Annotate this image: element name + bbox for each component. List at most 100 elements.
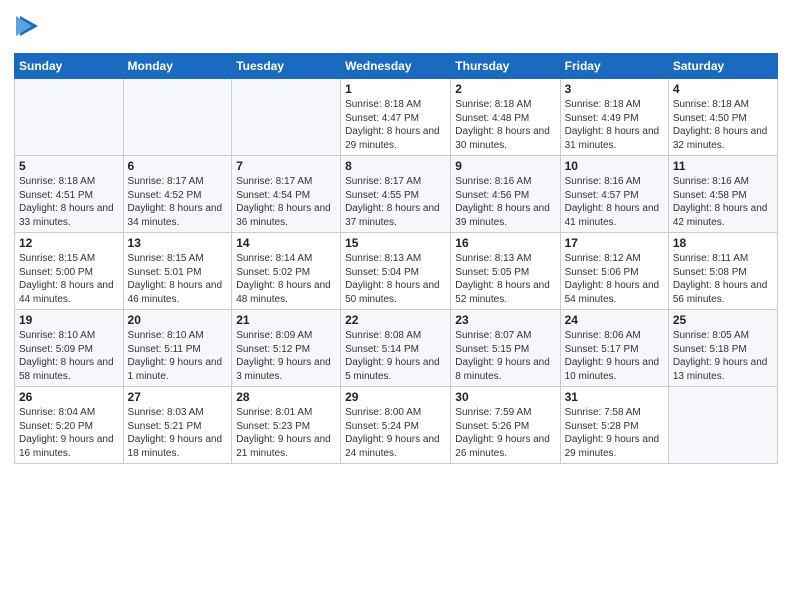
calendar-header-monday: Monday — [123, 54, 232, 79]
day-number: 3 — [565, 82, 664, 96]
calendar-cell: 25 Sunrise: 8:05 AM Sunset: 5:18 PM Dayli… — [668, 310, 777, 387]
day-number: 7 — [236, 159, 336, 173]
calendar-cell — [668, 387, 777, 464]
calendar-cell: 15 Sunrise: 8:13 AM Sunset: 5:04 PM Dayli… — [341, 233, 451, 310]
page: SundayMondayTuesdayWednesdayThursdayFrid… — [0, 0, 792, 612]
calendar-week-row: 1Sunrise: 8:18 AM Sunset: 4:47 PM Daylig… — [15, 79, 778, 156]
calendar-cell: 18 Sunrise: 8:11 AM Sunset: 5:08 PM Dayli… — [668, 233, 777, 310]
calendar-cell: 22Sunrise: 8:08 AM Sunset: 5:14 PM Dayli… — [341, 310, 451, 387]
day-info: Sunrise: 8:14 AM Sunset: 5:02 PM Dayligh… — [236, 252, 336, 306]
calendar-cell: 9 Sunrise: 8:16 AM Sunset: 4:56 PM Daylig… — [451, 156, 560, 233]
day-info: Sunrise: 8:13 AM Sunset: 5:04 PM Dayligh… — [345, 252, 446, 306]
day-number: 25 — [673, 313, 773, 327]
calendar-header-friday: Friday — [560, 54, 668, 79]
day-info: Sunrise: 7:58 AM Sunset: 5:28 PM Dayligh… — [565, 406, 664, 460]
calendar-cell: 13 Sunrise: 8:15 AM Sunset: 5:01 PM Dayli… — [123, 233, 232, 310]
calendar-cell: 2 Sunrise: 8:18 AM Sunset: 4:48 PM Daylig… — [451, 79, 560, 156]
calendar-cell: 26 Sunrise: 8:04 AM Sunset: 5:20 PM Dayli… — [15, 387, 124, 464]
day-info: Sunrise: 8:18 AM Sunset: 4:47 PM Dayligh… — [345, 98, 446, 152]
day-info: Sunrise: 8:15 AM Sunset: 5:01 PM Dayligh… — [128, 252, 228, 306]
calendar-cell: 1Sunrise: 8:18 AM Sunset: 4:47 PM Daylig… — [341, 79, 451, 156]
day-number: 21 — [236, 313, 336, 327]
calendar-header-tuesday: Tuesday — [232, 54, 341, 79]
calendar-cell: 5Sunrise: 8:18 AM Sunset: 4:51 PM Daylig… — [15, 156, 124, 233]
day-number: 27 — [128, 390, 228, 404]
calendar-table: SundayMondayTuesdayWednesdayThursdayFrid… — [14, 53, 778, 464]
day-info: Sunrise: 8:01 AM Sunset: 5:23 PM Dayligh… — [236, 406, 336, 460]
calendar-cell: 19Sunrise: 8:10 AM Sunset: 5:09 PM Dayli… — [15, 310, 124, 387]
logo-icon — [16, 12, 38, 45]
day-number: 31 — [565, 390, 664, 404]
day-info: Sunrise: 8:18 AM Sunset: 4:48 PM Dayligh… — [455, 98, 555, 152]
day-info: Sunrise: 8:18 AM Sunset: 4:51 PM Dayligh… — [19, 175, 119, 229]
calendar-header-thursday: Thursday — [451, 54, 560, 79]
calendar-week-row: 26 Sunrise: 8:04 AM Sunset: 5:20 PM Dayli… — [15, 387, 778, 464]
calendar-cell: 4 Sunrise: 8:18 AM Sunset: 4:50 PM Daylig… — [668, 79, 777, 156]
day-info: Sunrise: 7:59 AM Sunset: 5:26 PM Dayligh… — [455, 406, 555, 460]
day-number: 11 — [673, 159, 773, 173]
day-info: Sunrise: 8:10 AM Sunset: 5:11 PM Dayligh… — [128, 329, 228, 383]
day-number: 9 — [455, 159, 555, 173]
calendar-cell: 28Sunrise: 8:01 AM Sunset: 5:23 PM Dayli… — [232, 387, 341, 464]
day-info: Sunrise: 8:07 AM Sunset: 5:15 PM Dayligh… — [455, 329, 555, 383]
day-info: Sunrise: 8:06 AM Sunset: 5:17 PM Dayligh… — [565, 329, 664, 383]
calendar-cell: 24 Sunrise: 8:06 AM Sunset: 5:17 PM Dayli… — [560, 310, 668, 387]
day-number: 22 — [345, 313, 446, 327]
day-info: Sunrise: 8:13 AM Sunset: 5:05 PM Dayligh… — [455, 252, 555, 306]
calendar-cell: 12Sunrise: 8:15 AM Sunset: 5:00 PM Dayli… — [15, 233, 124, 310]
calendar-cell: 31 Sunrise: 7:58 AM Sunset: 5:28 PM Dayli… — [560, 387, 668, 464]
day-number: 17 — [565, 236, 664, 250]
calendar-header-saturday: Saturday — [668, 54, 777, 79]
calendar-week-row: 5Sunrise: 8:18 AM Sunset: 4:51 PM Daylig… — [15, 156, 778, 233]
day-info: Sunrise: 8:04 AM Sunset: 5:20 PM Dayligh… — [19, 406, 119, 460]
day-number: 12 — [19, 236, 119, 250]
day-info: Sunrise: 8:18 AM Sunset: 4:49 PM Dayligh… — [565, 98, 664, 152]
day-info: Sunrise: 8:00 AM Sunset: 5:24 PM Dayligh… — [345, 406, 446, 460]
day-number: 24 — [565, 313, 664, 327]
calendar-cell: 6Sunrise: 8:17 AM Sunset: 4:52 PM Daylig… — [123, 156, 232, 233]
day-number: 23 — [455, 313, 555, 327]
calendar-cell: 20 Sunrise: 8:10 AM Sunset: 5:11 PM Dayli… — [123, 310, 232, 387]
calendar-cell — [232, 79, 341, 156]
day-number: 29 — [345, 390, 446, 404]
day-info: Sunrise: 8:09 AM Sunset: 5:12 PM Dayligh… — [236, 329, 336, 383]
day-number: 6 — [128, 159, 228, 173]
calendar-cell: 29 Sunrise: 8:00 AM Sunset: 5:24 PM Dayli… — [341, 387, 451, 464]
logo — [14, 10, 38, 45]
day-number: 14 — [236, 236, 336, 250]
calendar-cell: 8Sunrise: 8:17 AM Sunset: 4:55 PM Daylig… — [341, 156, 451, 233]
day-info: Sunrise: 8:18 AM Sunset: 4:50 PM Dayligh… — [673, 98, 773, 152]
day-number: 15 — [345, 236, 446, 250]
day-number: 10 — [565, 159, 664, 173]
day-number: 20 — [128, 313, 228, 327]
calendar-cell: 27 Sunrise: 8:03 AM Sunset: 5:21 PM Dayli… — [123, 387, 232, 464]
day-info: Sunrise: 8:17 AM Sunset: 4:55 PM Dayligh… — [345, 175, 446, 229]
calendar-cell — [123, 79, 232, 156]
day-number: 26 — [19, 390, 119, 404]
calendar-cell — [15, 79, 124, 156]
calendar-cell: 14 Sunrise: 8:14 AM Sunset: 5:02 PM Dayli… — [232, 233, 341, 310]
calendar-cell: 30 Sunrise: 7:59 AM Sunset: 5:26 PM Dayli… — [451, 387, 560, 464]
day-info: Sunrise: 8:17 AM Sunset: 4:54 PM Dayligh… — [236, 175, 336, 229]
day-info: Sunrise: 8:16 AM Sunset: 4:57 PM Dayligh… — [565, 175, 664, 229]
calendar-week-row: 19Sunrise: 8:10 AM Sunset: 5:09 PM Dayli… — [15, 310, 778, 387]
calendar-cell: 11 Sunrise: 8:16 AM Sunset: 4:58 PM Dayli… — [668, 156, 777, 233]
day-info: Sunrise: 8:12 AM Sunset: 5:06 PM Dayligh… — [565, 252, 664, 306]
calendar-cell: 17 Sunrise: 8:12 AM Sunset: 5:06 PM Dayli… — [560, 233, 668, 310]
day-number: 2 — [455, 82, 555, 96]
calendar-week-row: 12Sunrise: 8:15 AM Sunset: 5:00 PM Dayli… — [15, 233, 778, 310]
day-info: Sunrise: 8:16 AM Sunset: 4:58 PM Dayligh… — [673, 175, 773, 229]
day-number: 18 — [673, 236, 773, 250]
day-info: Sunrise: 8:05 AM Sunset: 5:18 PM Dayligh… — [673, 329, 773, 383]
calendar-cell: 10 Sunrise: 8:16 AM Sunset: 4:57 PM Dayli… — [560, 156, 668, 233]
day-info: Sunrise: 8:03 AM Sunset: 5:21 PM Dayligh… — [128, 406, 228, 460]
calendar-cell: 3 Sunrise: 8:18 AM Sunset: 4:49 PM Daylig… — [560, 79, 668, 156]
header — [14, 10, 778, 45]
day-number: 30 — [455, 390, 555, 404]
day-info: Sunrise: 8:10 AM Sunset: 5:09 PM Dayligh… — [19, 329, 119, 383]
day-info: Sunrise: 8:11 AM Sunset: 5:08 PM Dayligh… — [673, 252, 773, 306]
day-info: Sunrise: 8:16 AM Sunset: 4:56 PM Dayligh… — [455, 175, 555, 229]
day-number: 4 — [673, 82, 773, 96]
day-number: 13 — [128, 236, 228, 250]
calendar-cell: 16Sunrise: 8:13 AM Sunset: 5:05 PM Dayli… — [451, 233, 560, 310]
